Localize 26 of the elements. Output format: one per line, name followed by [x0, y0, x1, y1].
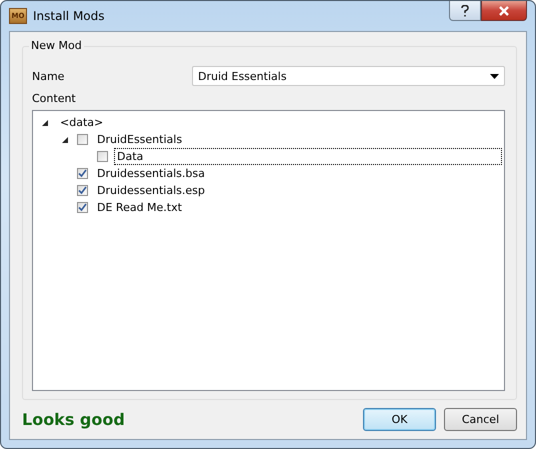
close-button[interactable] — [481, 1, 527, 21]
tree-item[interactable]: Data — [114, 148, 502, 165]
checkbox[interactable] — [77, 134, 88, 145]
name-label: Name — [32, 70, 66, 82]
checkbox[interactable] — [97, 151, 108, 162]
group-title: New Mod — [29, 39, 84, 52]
dialog-button[interactable]: Cancel — [444, 408, 517, 431]
checkbox[interactable] — [77, 202, 88, 213]
status-message: Looks good — [22, 410, 126, 429]
help-button[interactable] — [449, 1, 481, 21]
dialog-button[interactable]: OK — [363, 408, 436, 431]
content-label: Content — [32, 92, 76, 105]
tree-item[interactable]: Druidessentials.bsa — [94, 165, 208, 182]
expand-arrow-icon[interactable] — [41, 118, 49, 126]
tree-item[interactable]: Druidessentials.esp — [94, 182, 208, 199]
dropdown-arrow-icon[interactable] — [490, 74, 499, 78]
name-dropdown[interactable]: Druid Essentials — [192, 66, 505, 86]
checkbox[interactable] — [77, 168, 88, 179]
window-title: Install Mods — [33, 9, 106, 23]
checkbox[interactable] — [77, 185, 88, 196]
help-icon — [461, 4, 469, 16]
tree-item[interactable]: DruidEssentials — [94, 131, 186, 148]
tree-item[interactable]: DE Read Me.txt — [94, 199, 185, 216]
close-icon — [498, 6, 510, 16]
expand-arrow-icon[interactable] — [61, 136, 69, 144]
tree-item[interactable]: <data> — [57, 114, 106, 131]
